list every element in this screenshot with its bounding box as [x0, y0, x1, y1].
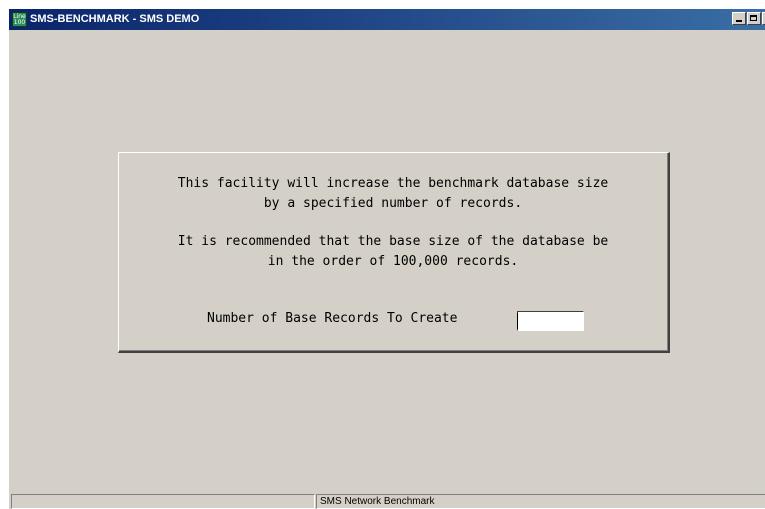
message-line-1: This facility will increase the benchmar… [177, 176, 609, 191]
app-icon[interactable]: Line 100 [12, 12, 27, 27]
app-icon-text: Line 100 [13, 13, 26, 26]
client-area: This facility will increase the benchmar… [9, 30, 765, 492]
status-pane-2: SMS Network Benchmark [316, 494, 765, 509]
window-title: SMS-BENCHMARK - SMS DEMO [30, 13, 200, 25]
message-line-4: in the order of 100,000 records. [267, 254, 519, 269]
base-records-label: Number of Base Records To Create [207, 311, 458, 326]
maximize-icon [750, 15, 757, 21]
minimize-button[interactable] [732, 12, 746, 25]
title-bar[interactable]: Line 100 SMS-BENCHMARK - SMS DEMO × [9, 9, 765, 30]
minimize-icon [736, 20, 742, 22]
info-panel: This facility will increase the benchmar… [118, 152, 670, 353]
text-caret [517, 313, 518, 329]
message-line-3: It is recommended that the base size of … [177, 234, 609, 249]
base-records-input[interactable] [517, 311, 584, 331]
main-window: Line 100 SMS-BENCHMARK - SMS DEMO × This… [8, 8, 765, 509]
status-bar: SMS Network Benchmark [9, 494, 765, 509]
maximize-button[interactable] [747, 12, 761, 25]
status-pane-1 [11, 494, 315, 509]
message-line-2: by a specified number of records. [263, 196, 523, 211]
